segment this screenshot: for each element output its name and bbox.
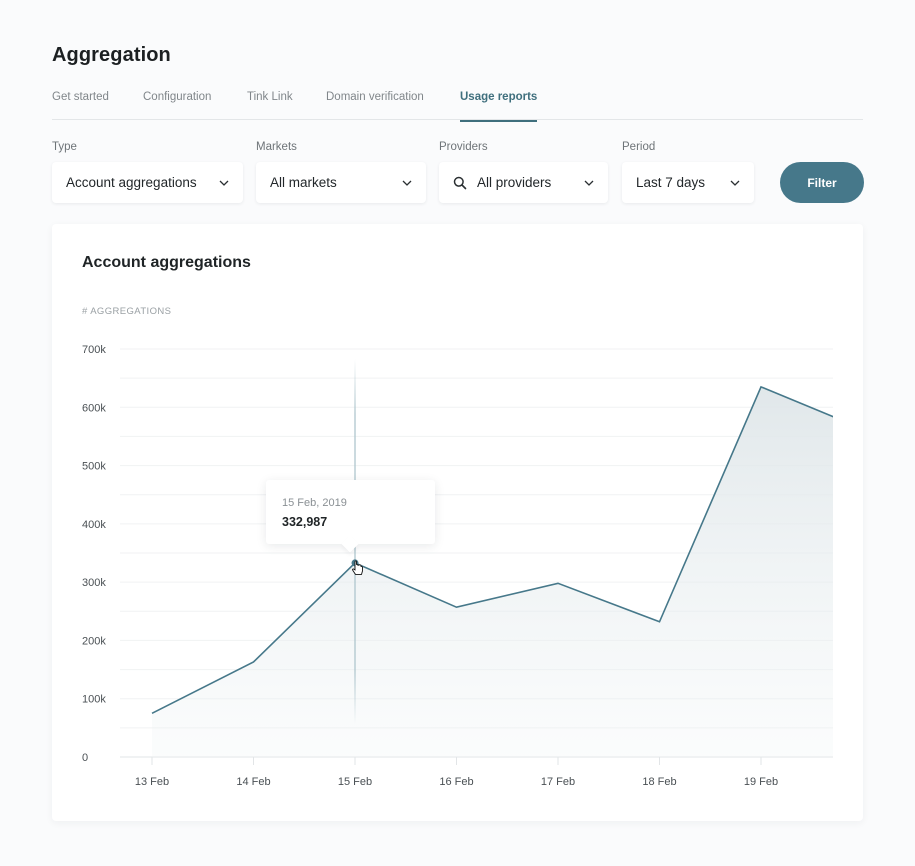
period-value: Last 7 days — [636, 175, 706, 190]
x-tick-label: 16 Feb — [439, 776, 473, 788]
tab-domain-verification[interactable]: Domain verification — [326, 91, 424, 121]
chart-card: Account aggregations # AGGREGATIONS 0 100… — [52, 224, 863, 821]
data-point — [455, 605, 459, 609]
providers-label: Providers — [439, 141, 488, 153]
series-area — [152, 386, 833, 757]
y-tick-label: 600k — [82, 402, 106, 414]
chevron-down-icon — [584, 180, 594, 186]
x-tick-label: 13 Feb — [135, 776, 169, 788]
y-tick-label: 700k — [82, 344, 106, 356]
y-tick-label: 100k — [82, 694, 106, 706]
tab-get-started[interactable]: Get started — [52, 91, 109, 121]
x-tick-label: 15 Feb — [338, 776, 372, 788]
data-point — [658, 620, 662, 624]
data-point — [861, 427, 864, 431]
x-tick-label: 17 Feb — [541, 776, 575, 788]
y-tick-label: 400k — [82, 519, 106, 531]
x-tick-label: 19 Feb — [744, 776, 778, 788]
search-icon — [453, 176, 467, 189]
type-select[interactable]: Account aggregations — [52, 162, 243, 203]
type-label: Type — [52, 141, 77, 153]
period-label: Period — [622, 141, 656, 153]
tab-configuration[interactable]: Configuration — [143, 91, 211, 121]
page: Aggregation Get started Configuration Ti… — [0, 0, 915, 866]
data-point — [759, 385, 763, 389]
tooltip-date: 15 Feb, 2019 — [282, 497, 347, 509]
x-tick-label: 14 Feb — [236, 776, 270, 788]
chevron-down-icon — [730, 180, 740, 186]
providers-select[interactable]: All providers — [439, 162, 608, 203]
y-tick-label: 300k — [82, 577, 106, 589]
markets-select[interactable]: All markets — [256, 162, 426, 203]
y-tick-label: 0 — [82, 752, 88, 764]
data-point — [252, 660, 256, 664]
filter-button[interactable]: Filter — [780, 162, 864, 203]
chart: 0 100k 200k 300k 400k 500k 600k 700k 13 Feb 14 F… — [82, 344, 864, 788]
providers-value: All providers — [477, 175, 552, 190]
type-value: Account aggregations — [66, 175, 197, 190]
chevron-down-icon — [402, 180, 412, 186]
data-point — [150, 711, 154, 715]
chevron-down-icon — [219, 180, 229, 186]
data-point — [556, 581, 560, 585]
markets-value: All markets — [270, 175, 337, 190]
x-tick-label: 18 Feb — [642, 776, 676, 788]
y-tick-label: 200k — [82, 635, 106, 647]
tab-bar: Get started Configuration Tink Link Doma… — [52, 90, 863, 122]
chart-tooltip: 15 Feb, 2019 332,987 — [266, 480, 435, 544]
markets-label: Markets — [256, 141, 297, 153]
y-tick-label: 500k — [82, 461, 106, 473]
tooltip-value: 332,987 — [282, 515, 328, 529]
tab-usage-reports[interactable]: Usage reports — [460, 91, 538, 122]
page-title: Aggregation — [52, 44, 171, 66]
tab-tink-link[interactable]: Tink Link — [247, 91, 293, 121]
period-select[interactable]: Last 7 days — [622, 162, 754, 203]
